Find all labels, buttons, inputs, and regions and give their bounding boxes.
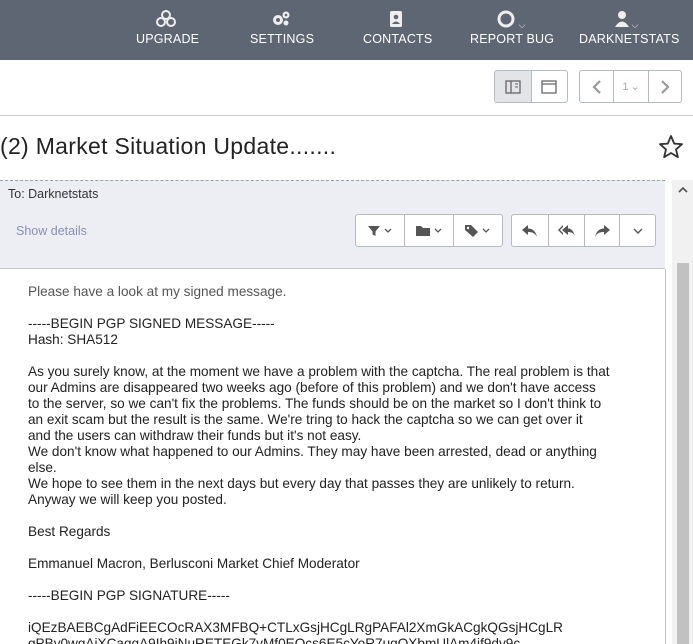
- lifebuoy-icon: ⌵: [470, 10, 552, 30]
- forward-button[interactable]: [585, 215, 620, 246]
- prev-page-button[interactable]: [580, 71, 614, 102]
- body-line: an exit scam but the result is the same.…: [28, 412, 583, 427]
- filter-button[interactable]: [356, 215, 405, 246]
- show-details-link[interactable]: Show details: [16, 224, 87, 238]
- page-number: 1: [622, 80, 629, 93]
- message-toolbar: 1 ⌄: [0, 60, 693, 116]
- top-navigation-bar: UPGRADE SETTINGS CONTACTS ⌵ REPORT BUG ⌵…: [0, 0, 693, 60]
- label-actions-group: [355, 214, 503, 247]
- more-actions-button[interactable]: [620, 215, 655, 246]
- body-line: else.: [28, 460, 57, 475]
- reply-all-icon: [557, 224, 575, 237]
- forward-icon: [595, 224, 610, 237]
- contact-card-icon: [363, 10, 429, 30]
- nav-report-bug[interactable]: ⌵ REPORT BUG: [470, 10, 555, 54]
- pagination-group: 1 ⌄: [579, 70, 682, 103]
- window-icon: [541, 79, 557, 94]
- layout-toggle-group: [494, 70, 568, 103]
- chevron-up-icon: [677, 186, 688, 193]
- intro-line: Please have a look at my signed message.: [28, 284, 287, 299]
- content-divider: [665, 269, 666, 644]
- message-body: Please have a look at my signed message.…: [28, 284, 658, 644]
- full-view-button[interactable]: [532, 71, 568, 102]
- pgp-signature-begin-line: -----BEGIN PGP SIGNATURE-----: [28, 588, 230, 603]
- scroll-up-arrow[interactable]: [672, 180, 693, 200]
- page-select[interactable]: 1 ⌄: [614, 71, 649, 102]
- chevron-down-icon: ⌵: [631, 20, 639, 30]
- body-line: Anyway we will keep you posted.: [28, 492, 227, 507]
- reply-actions-group: [511, 214, 656, 247]
- regards-line: Best Regards: [28, 524, 111, 539]
- message-header: To: Darknetstats Show details: [0, 180, 665, 269]
- chevron-left-icon: [591, 79, 601, 94]
- nav-settings[interactable]: SETTINGS: [250, 10, 315, 54]
- nav-contacts-label: CONTACTS: [363, 32, 433, 46]
- user-icon: ⌵: [579, 10, 673, 30]
- gears-icon: [250, 10, 312, 30]
- hash-line: Hash: SHA512: [28, 332, 118, 347]
- nav-report-bug-label: REPORT BUG: [470, 32, 555, 46]
- tag-icon: [465, 224, 490, 237]
- signature-line: gPBy0wgAjXCaqqA9Ih9iNuRETEGk7vMf0EQcs6E5…: [28, 636, 521, 644]
- columns-icon: [505, 79, 521, 94]
- chevron-down-icon: ⌵: [518, 20, 526, 30]
- split-view-button[interactable]: [495, 71, 532, 102]
- nav-account[interactable]: ⌵ DARKNETSTATS: [579, 10, 680, 54]
- message-scrollbar[interactable]: [672, 180, 693, 644]
- label-button[interactable]: [454, 215, 502, 246]
- nav-upgrade-label: UPGRADE: [136, 32, 200, 46]
- nav-contacts[interactable]: CONTACTS: [363, 10, 433, 54]
- chevron-right-icon: [661, 79, 670, 94]
- reply-button[interactable]: [512, 215, 549, 246]
- recipient-line: To: Darknetstats: [8, 187, 99, 201]
- pgp-begin-line: -----BEGIN PGP SIGNED MESSAGE-----: [28, 316, 275, 331]
- move-to-folder-button[interactable]: [405, 215, 455, 246]
- folder-icon: [416, 225, 442, 236]
- body-line: As you surely know, at the moment we hav…: [28, 364, 610, 379]
- reply-all-button[interactable]: [549, 215, 585, 246]
- body-line: our Admins are disappeared two weeks ago…: [28, 380, 596, 395]
- scroll-thumb[interactable]: [677, 263, 689, 644]
- nav-upgrade[interactable]: UPGRADE: [136, 10, 200, 54]
- star-icon[interactable]: [657, 133, 685, 161]
- next-page-button[interactable]: [649, 71, 681, 102]
- body-line: to the server, so we can't fix the probl…: [28, 396, 602, 411]
- body-line: and the users can withdraw their funds b…: [28, 428, 362, 443]
- message-subject: (2) Market Situation Update.......: [0, 133, 337, 159]
- chevron-down-icon: [633, 228, 642, 234]
- chevron-down-icon: ⌄: [630, 81, 640, 93]
- filter-icon: [367, 225, 392, 236]
- reply-icon: [522, 224, 537, 237]
- signer-line: Emmanuel Macron, Berlusconi Market Chief…: [28, 556, 360, 571]
- signature-line: iQEzBAEBCgAdFiEECOcRAX3MFBQ+CTLxGsjHCgLR…: [28, 620, 563, 635]
- nav-account-label: DARKNETSTATS: [579, 32, 680, 46]
- body-line: We don't know what happened to our Admin…: [28, 444, 597, 459]
- upgrade-icon: [136, 10, 196, 30]
- body-line: We hope to see them in the next days but…: [28, 476, 575, 491]
- nav-settings-label: SETTINGS: [250, 32, 315, 46]
